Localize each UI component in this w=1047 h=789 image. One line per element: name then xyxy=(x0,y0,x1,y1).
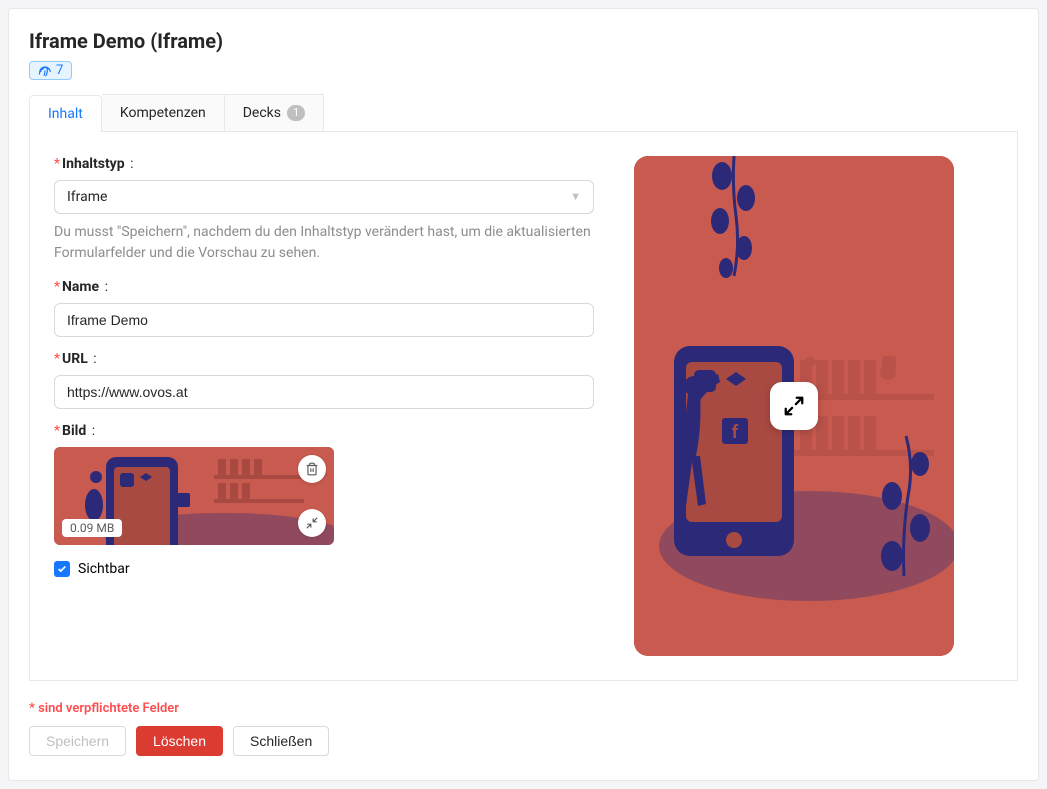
image-thumbnail[interactable]: 0.09 MB xyxy=(54,447,334,545)
image-size-badge: 0.09 MB xyxy=(62,519,122,537)
sichtbar-checkbox[interactable] xyxy=(54,561,70,577)
content-area: *Inhaltstyp : Iframe ▼ Du musst "Speiche… xyxy=(29,132,1018,681)
field-name: *Name : xyxy=(54,279,594,337)
chevron-down-icon: ▼ xyxy=(570,190,581,203)
name-input[interactable] xyxy=(54,303,594,337)
url-label: *URL : xyxy=(54,351,594,367)
inhaltstyp-help: Du musst "Speichern", nachdem du den Inh… xyxy=(54,222,594,265)
fingerprint-count: 7 xyxy=(56,63,63,78)
bild-label: *Bild : xyxy=(54,423,594,439)
form-column: *Inhaltstyp : Iframe ▼ Du musst "Speiche… xyxy=(54,156,594,656)
url-input[interactable] xyxy=(54,375,594,409)
footer: * sind verpflichtete Felder Speichern Lö… xyxy=(29,701,1018,756)
inhaltstyp-value: Iframe xyxy=(67,189,107,205)
decks-count-badge: 1 xyxy=(287,105,305,121)
field-bild: *Bild : xyxy=(54,423,594,577)
tab-inhalt[interactable]: Inhalt xyxy=(29,95,102,132)
sichtbar-label: Sichtbar xyxy=(78,561,130,577)
image-delete-button[interactable] xyxy=(298,455,326,483)
name-label: *Name : xyxy=(54,279,594,295)
preview-column: f xyxy=(634,156,993,656)
editor-panel: Iframe Demo (Iframe) 7 Inhalt Kompetenze… xyxy=(8,8,1039,781)
sichtbar-row: Sichtbar xyxy=(54,561,594,577)
required-note: * sind verpflichtete Felder xyxy=(29,701,1018,716)
field-url: *URL : xyxy=(54,351,594,409)
delete-button[interactable]: Löschen xyxy=(136,726,223,756)
save-button[interactable]: Speichern xyxy=(29,726,126,756)
inhaltstyp-label: *Inhaltstyp : xyxy=(54,156,594,172)
fingerprint-icon xyxy=(38,64,52,78)
badge-row: 7 xyxy=(29,61,1018,82)
page-title: Iframe Demo (Iframe) xyxy=(29,29,1018,53)
svg-text:f: f xyxy=(732,422,739,443)
close-button[interactable]: Schließen xyxy=(233,726,329,756)
tab-kompetenzen[interactable]: Kompetenzen xyxy=(102,94,225,131)
expand-icon xyxy=(783,395,805,417)
tab-decks[interactable]: Decks 1 xyxy=(225,94,324,131)
trash-icon xyxy=(305,462,319,476)
tabs: Inhalt Kompetenzen Decks 1 xyxy=(29,94,1018,132)
preview-expand-button[interactable] xyxy=(770,382,818,430)
minimize-icon xyxy=(305,516,319,530)
inhaltstyp-select[interactable]: Iframe ▼ xyxy=(54,180,594,214)
check-icon xyxy=(57,564,67,574)
fingerprint-badge[interactable]: 7 xyxy=(29,61,72,80)
button-row: Speichern Löschen Schließen xyxy=(29,726,1018,756)
field-inhaltstyp: *Inhaltstyp : Iframe ▼ Du musst "Speiche… xyxy=(54,156,594,265)
image-collapse-button[interactable] xyxy=(298,509,326,537)
preview-card: f xyxy=(634,156,954,656)
